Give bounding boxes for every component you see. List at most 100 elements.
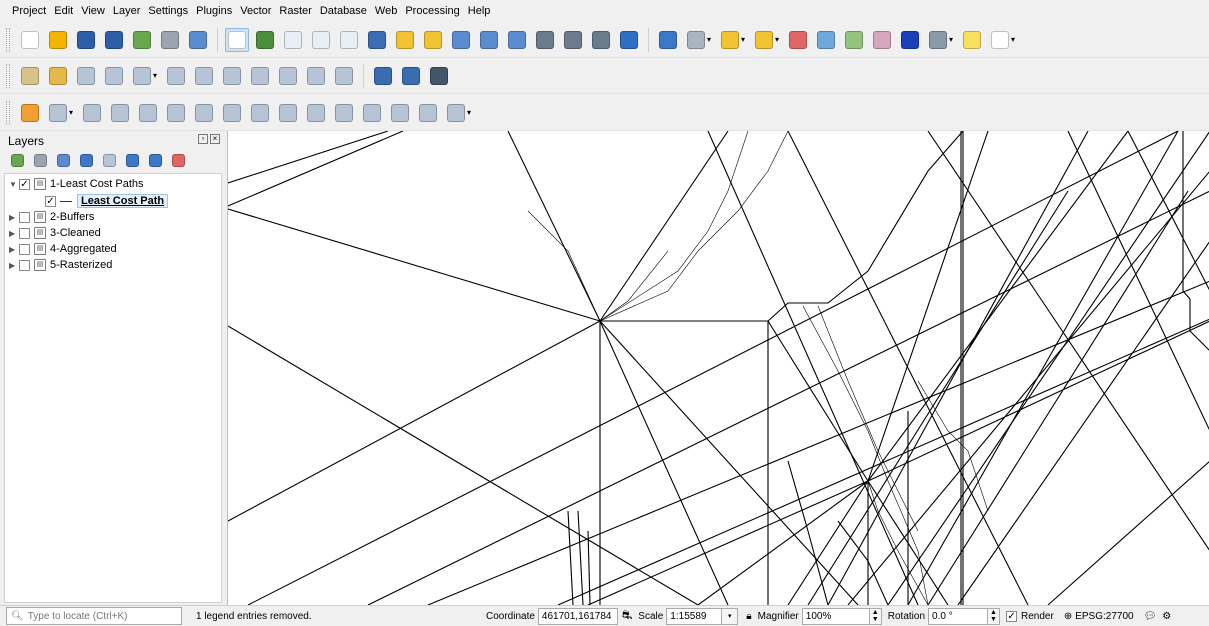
magnifier-spin-icon[interactable]: ▲ ▼	[869, 607, 882, 625]
add-ring-button[interactable]: ▾	[46, 101, 76, 125]
group-checkbox[interactable]	[19, 243, 30, 255]
new-3d-view-button[interactable]	[561, 28, 585, 52]
crs-globe-icon[interactable]: ⊕	[1064, 611, 1072, 622]
reverse-line-button[interactable]	[248, 101, 272, 125]
layer-group-row[interactable]: ▼ ✓ ▤ 1-Least Cost Paths	[9, 176, 144, 192]
layer-group-row[interactable]: ▶ ▤ 3-Cleaned	[9, 225, 101, 241]
group-checkbox[interactable]	[19, 259, 30, 271]
crs-label[interactable]: EPSG:27700	[1075, 611, 1133, 622]
merge-features-button[interactable]	[360, 101, 384, 125]
layer-group-row[interactable]: ▶ ▤ 4-Aggregated	[9, 241, 117, 257]
dropdown-arrow-icon[interactable]: ▾	[707, 35, 711, 44]
manage-visibility-button[interactable]	[54, 151, 72, 169]
filter-legend-button[interactable]	[77, 151, 95, 169]
expand-all-button[interactable]	[123, 151, 141, 169]
menu-processing[interactable]: Processing	[401, 5, 463, 17]
undo-button[interactable]	[304, 64, 328, 88]
zoom-in-button[interactable]	[281, 28, 305, 52]
messages-icon[interactable]: 💬︎	[1144, 611, 1157, 622]
split-parts-button[interactable]	[332, 101, 356, 125]
zoom-out-button[interactable]	[309, 28, 333, 52]
layer-group-row[interactable]: ▶ ▤ 2-Buffers	[9, 209, 94, 225]
label-toolbar-icon-3-button[interactable]	[427, 64, 451, 88]
text-annotation-button[interactable]: ▾	[988, 28, 1018, 52]
new-print-layout-button[interactable]	[130, 28, 154, 52]
expand-arrow-icon[interactable]: ▶	[9, 261, 19, 270]
offset-point-button[interactable]: ▾	[444, 101, 474, 125]
redo-button[interactable]	[332, 64, 356, 88]
pan-to-selection-button[interactable]	[253, 28, 277, 52]
statistics-sigma-button[interactable]	[898, 28, 922, 52]
add-part-button[interactable]	[80, 101, 104, 125]
layer-checkbox[interactable]: ✓	[45, 195, 56, 207]
expand-arrow-icon[interactable]: ▶	[9, 245, 19, 254]
zoom-next-button[interactable]	[505, 28, 529, 52]
coordinate-field[interactable]: 461701,161784	[537, 607, 618, 625]
modify-attributes-button[interactable]	[164, 64, 188, 88]
toolbar-grip[interactable]	[6, 100, 10, 125]
group-checkbox[interactable]	[19, 227, 30, 239]
remove-layer-button[interactable]	[169, 151, 187, 169]
expand-arrow-icon[interactable]: ▶	[9, 213, 19, 222]
select-features-button[interactable]: ▾	[718, 28, 748, 52]
toggle-extents-icon[interactable]: ⛐	[622, 608, 632, 624]
simplify-button[interactable]	[276, 101, 300, 125]
open-layer-styling-button[interactable]	[8, 151, 26, 169]
reshape-button[interactable]	[192, 101, 216, 125]
fill-ring-button[interactable]	[108, 101, 132, 125]
dropdown-arrow-icon[interactable]: ▾	[69, 108, 73, 117]
merge-attributes-button[interactable]	[388, 101, 412, 125]
delete-part-button[interactable]	[164, 101, 188, 125]
add-group-button[interactable]	[31, 151, 49, 169]
toggle-editing-button[interactable]	[46, 64, 70, 88]
menu-edit[interactable]: Edit	[50, 5, 77, 17]
group-checkbox[interactable]: ✓	[19, 178, 30, 190]
style-manager-button[interactable]	[186, 28, 210, 52]
menu-database[interactable]: Database	[316, 5, 371, 17]
rotation-field[interactable]: 0.0 °	[928, 607, 989, 625]
dropdown-arrow-icon[interactable]: ▾	[1011, 35, 1015, 44]
dropdown-arrow-icon[interactable]: ▾	[949, 35, 953, 44]
pan-hand-button[interactable]	[225, 27, 249, 52]
menu-web[interactable]: Web	[371, 5, 401, 17]
locator-search[interactable]: 🔍︎ Type to locate (Ctrl+K)	[6, 607, 182, 625]
add-line-feature-button[interactable]	[102, 64, 126, 88]
current-edits-button[interactable]	[18, 64, 42, 88]
layer-row-selected[interactable]: ✓ Least Cost Path	[45, 193, 169, 209]
save-project-button[interactable]	[74, 28, 98, 52]
dropdown-arrow-icon[interactable]: ▾	[775, 35, 779, 44]
zoom-last-button[interactable]	[477, 28, 501, 52]
vertex-tool-button[interactable]: ▾	[130, 64, 160, 88]
dropdown-arrow-icon[interactable]: ▾	[467, 108, 471, 117]
toolbar-grip[interactable]	[6, 27, 10, 52]
lock-scale-icon[interactable]: 🔒︎	[746, 611, 751, 622]
menu-vector[interactable]: Vector	[236, 5, 275, 17]
menu-plugins[interactable]: Plugins	[192, 5, 236, 17]
identify-button[interactable]	[656, 28, 680, 52]
collapse-all-button[interactable]	[146, 151, 164, 169]
collapse-arrow-icon[interactable]: ▼	[9, 180, 19, 189]
run-action-button[interactable]: ▾	[684, 28, 714, 52]
paste-features-button[interactable]	[276, 64, 300, 88]
zoom-native-button[interactable]	[449, 28, 473, 52]
delete-ring-button[interactable]	[136, 101, 160, 125]
render-checkbox[interactable]: ✓	[1006, 610, 1018, 622]
zoom-to-selection-button[interactable]	[393, 28, 417, 52]
scale-dropdown-icon[interactable]: ▾	[722, 607, 739, 625]
menu-settings[interactable]: Settings	[144, 5, 192, 17]
attribute-table-button[interactable]	[814, 28, 838, 52]
menu-project[interactable]: Project	[8, 5, 50, 17]
refresh-button[interactable]	[617, 28, 641, 52]
filter-expression-button[interactable]	[100, 151, 118, 169]
zoom-to-layer-button[interactable]	[421, 28, 445, 52]
new-map-view-button[interactable]	[533, 28, 557, 52]
expand-arrow-icon[interactable]: ▶	[9, 229, 19, 238]
layout-manager-button[interactable]	[158, 28, 182, 52]
map-tips-button[interactable]	[960, 28, 984, 52]
menu-layer[interactable]: Layer	[109, 5, 145, 17]
copy-features-button[interactable]	[248, 64, 272, 88]
dropdown-arrow-icon[interactable]: ▾	[741, 35, 745, 44]
save-as-button[interactable]	[102, 28, 126, 52]
group-checkbox[interactable]	[19, 211, 30, 223]
split-features-button[interactable]	[304, 101, 328, 125]
